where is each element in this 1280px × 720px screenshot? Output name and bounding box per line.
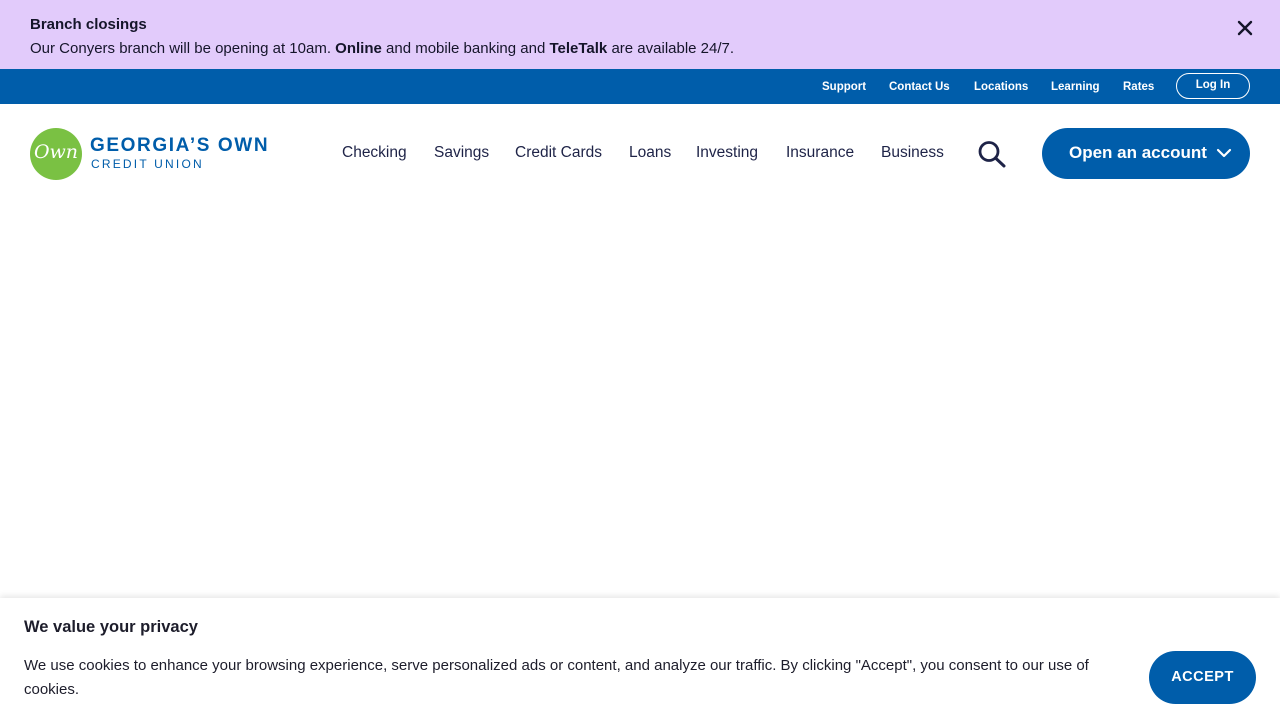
cookie-banner: We value your privacy We use cookies to … (0, 598, 1280, 720)
nav-business[interactable]: Business (881, 144, 944, 162)
teletalk-link[interactable]: TeleTalk (549, 40, 607, 57)
alert-message-text-1: Our Conyers branch will be opening at 10… (30, 40, 336, 57)
logo-mark-text: Own (33, 141, 79, 163)
support-link[interactable]: Support (822, 81, 866, 93)
cookie-title: We value your privacy (24, 618, 198, 636)
nav-loans[interactable]: Loans (629, 144, 671, 162)
alert-message-text-2: and mobile banking and (381, 40, 550, 57)
log-in-button[interactable]: Log In (1176, 73, 1250, 99)
close-icon (1237, 20, 1253, 36)
online-banking-link[interactable]: Online (335, 40, 382, 57)
rates-link[interactable]: Rates (1123, 81, 1154, 93)
nav-savings[interactable]: Savings (434, 144, 489, 162)
contact-us-link[interactable]: Contact Us (889, 81, 950, 93)
alert-title: Branch closings (30, 16, 147, 33)
open-account-label: Open an account (1069, 143, 1207, 162)
nav-checking[interactable]: Checking (342, 144, 407, 162)
cookie-text: We use cookies to enhance your browsing … (24, 657, 1089, 698)
search-icon (978, 141, 1006, 168)
logo-subtitle: CREDIT UNION (91, 157, 204, 171)
alert-message: Our Conyers branch will be opening at 10… (30, 40, 734, 57)
logo-mark: Own (30, 128, 82, 180)
alert-close-button[interactable] (1233, 16, 1257, 40)
learning-link[interactable]: Learning (1051, 81, 1100, 93)
logo-name: GEORGIA’S OWN (90, 135, 270, 156)
nav-investing[interactable]: Investing (696, 144, 758, 162)
nav-credit-cards[interactable]: Credit Cards (515, 144, 602, 162)
alert-banner: Branch closings Our Conyers branch will … (0, 0, 1280, 69)
locations-link[interactable]: Locations (974, 81, 1028, 93)
chevron-down-icon (1216, 148, 1232, 158)
open-account-button[interactable]: Open an account (1042, 128, 1250, 179)
accept-cookies-button[interactable]: ACCEPT (1149, 651, 1256, 704)
utility-nav: Support Contact Us Locations Learning Ra… (0, 69, 1280, 104)
nav-insurance[interactable]: Insurance (786, 144, 854, 162)
alert-message-text-3: are available 24/7. (607, 40, 735, 57)
search-button[interactable] (976, 140, 1008, 168)
site-logo[interactable]: Own GEORGIA’S OWN CREDIT UNION (30, 128, 280, 180)
